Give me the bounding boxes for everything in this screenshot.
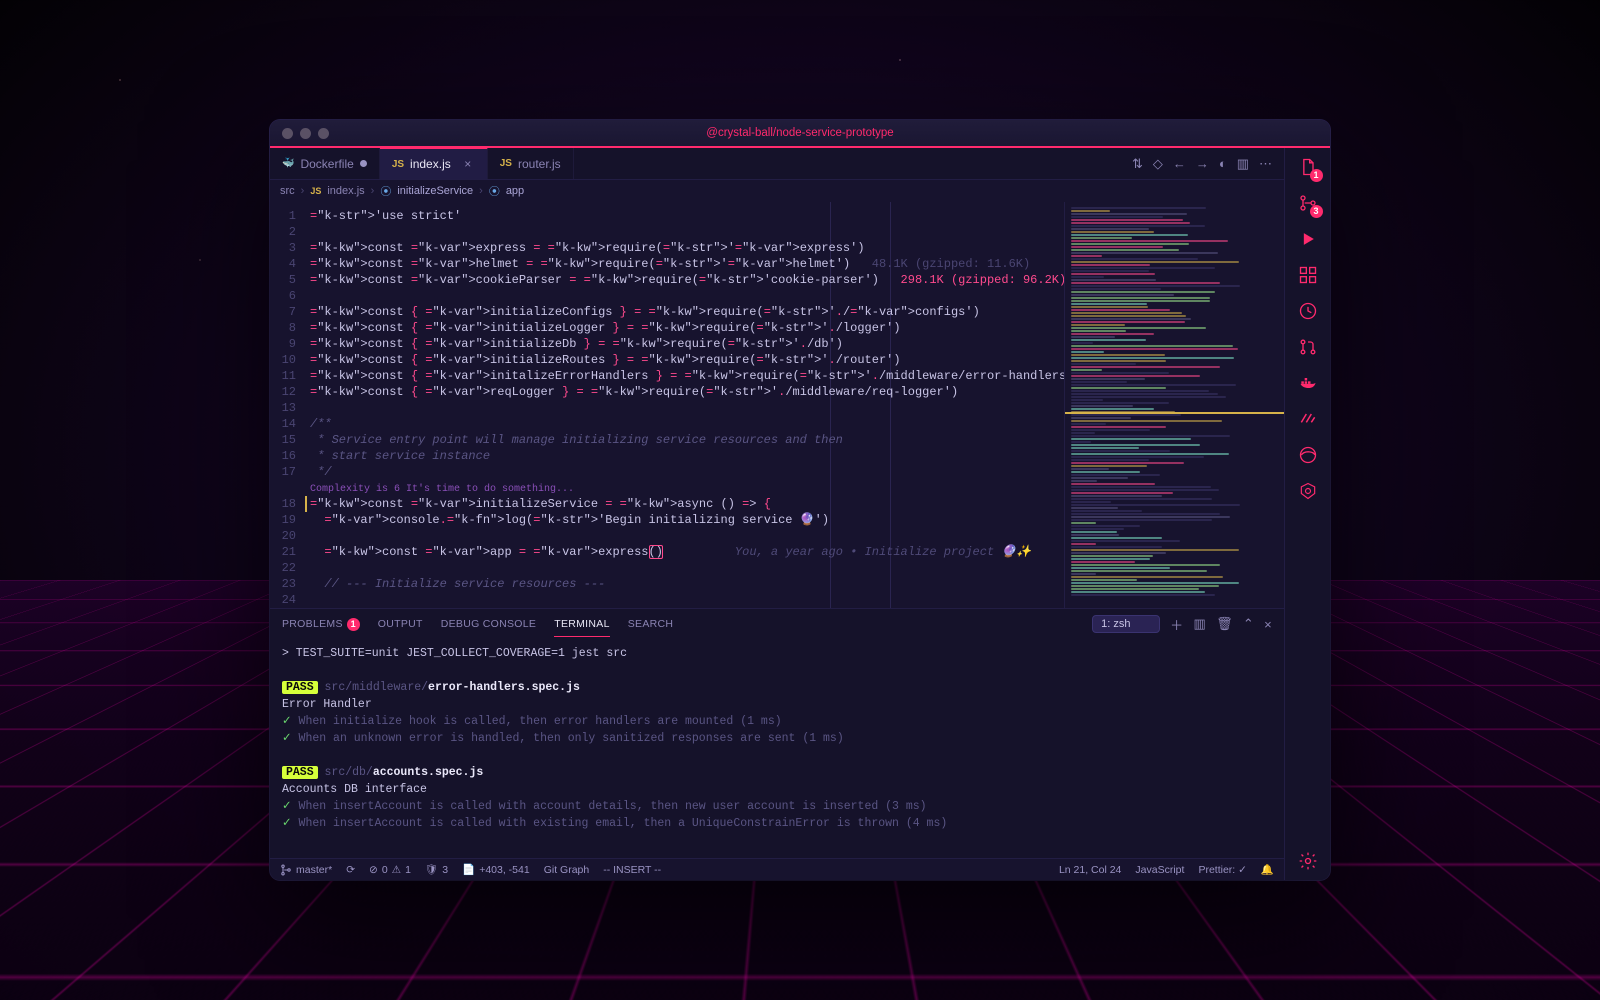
compare-icon[interactable]: ⇅ [1132,156,1143,172]
js-icon: JS [392,159,404,170]
crumb-folder[interactable]: src [280,185,295,197]
docker-icon[interactable] [1295,370,1321,396]
extensions-icon[interactable] [1295,262,1321,288]
window-title: @crystal-ball/node-service-prototype [270,127,1330,139]
tab-bar: 🐳 Dockerfile JS index.js × JS router.js … [270,148,1284,180]
status-sync[interactable]: ⟳ [346,864,355,876]
window-controls[interactable] [282,128,329,139]
status-branch[interactable]: master* [280,864,332,876]
tab-index-js[interactable]: JS index.js × [380,147,488,179]
crumb-file[interactable]: index.js [327,185,364,197]
docker-icon: 🐳 [282,158,294,169]
status-cursor[interactable]: Ln 21, Col 24 [1059,864,1121,876]
status-bell-icon[interactable]: 🔔 [1261,863,1274,876]
editor-actions: ⇅ ◇ ← → ◐ ▥ ⋯ [1120,148,1284,179]
editor-window: @crystal-ball/node-service-prototype 🐳 D… [270,120,1330,880]
split-terminal-icon[interactable]: ▥ [1193,616,1206,632]
pull-request-icon[interactable] [1295,334,1321,360]
edge-icon[interactable] [1295,442,1321,468]
activity-bar: 1 3 [1284,148,1330,880]
symbol-icon: ⦿ [380,183,391,199]
status-lint[interactable]: 🛡 3 [425,863,448,876]
tab-output[interactable]: OUTPUT [378,612,423,636]
editor-area[interactable]: 1234567891011121314151617181920212223242… [270,202,1284,608]
status-diff[interactable]: 📄 +403, -541 [462,863,530,876]
badge: 1 [1310,169,1323,182]
titlebar: @crystal-ball/node-service-prototype [270,120,1330,148]
diff-icon[interactable]: ◇ [1153,156,1163,172]
scm-icon[interactable]: 3 [1295,190,1321,216]
trash-icon[interactable]: 🗑 [1216,616,1233,632]
settings-icon[interactable] [1295,848,1321,874]
timeline-icon[interactable] [1295,298,1321,324]
js-icon: JS [500,158,512,169]
status-gitgraph[interactable]: Git Graph [544,864,590,876]
run-icon[interactable] [1295,226,1321,252]
tab-terminal[interactable]: TERMINAL [554,612,610,637]
remote-icon[interactable] [1295,406,1321,432]
tab-debug-console[interactable]: DEBUG CONSOLE [441,612,537,636]
kubernetes-icon[interactable] [1295,478,1321,504]
crumb-symbol[interactable]: app [506,185,524,197]
js-icon: JS [310,186,321,196]
badge: 3 [1310,205,1323,218]
problems-badge: 1 [347,618,360,631]
terminal-output[interactable]: > TEST_SUITE=unit JEST_COLLECT_COVERAGE=… [270,639,1284,858]
terminal-selector[interactable]: 1: zsh [1092,615,1160,633]
chevron-up-icon[interactable]: ⌃ [1243,616,1254,632]
tab-label: router.js [518,157,561,171]
status-errors[interactable]: ⊘ 0 ⚠ 1 [369,864,411,876]
tab-label: index.js [410,157,451,171]
code-editor[interactable]: 1234567891011121314151617181920212223242… [270,202,1064,608]
minimap[interactable] [1064,202,1284,608]
nav-back-icon[interactable]: ← [1173,156,1186,171]
close-panel-icon[interactable]: × [1264,617,1272,632]
statusbar: master* ⟳ ⊘ 0 ⚠ 1 🛡 3 📄 +403, -541 Git G… [270,858,1284,880]
tab-problems[interactable]: PROBLEMS1 [282,612,360,637]
status-language[interactable]: JavaScript [1135,864,1184,876]
tab-router-js[interactable]: JS router.js [488,148,574,179]
tab-dockerfile[interactable]: 🐳 Dockerfile [270,148,380,179]
status-prettier[interactable]: Prettier: ✓ [1198,864,1246,876]
bottom-panel: PROBLEMS1 OUTPUT DEBUG CONSOLE TERMINAL … [270,608,1284,858]
tab-label: Dockerfile [300,157,353,171]
close-icon[interactable]: × [461,157,475,171]
dirty-dot-icon [360,160,367,167]
new-terminal-icon[interactable]: ＋ [1170,615,1183,634]
breadcrumb[interactable]: src› JSindex.js› ⦿initializeService› ⦿ap… [270,180,1284,202]
split-icon[interactable]: ▥ [1237,156,1249,172]
nav-fwd-icon[interactable]: → [1196,156,1209,171]
explorer-icon[interactable]: 1 [1295,154,1321,180]
status-vim-mode: -- INSERT -- [603,864,661,876]
crumb-symbol[interactable]: initializeService [397,185,473,197]
preview-icon[interactable]: ◐ [1219,156,1227,171]
tab-search[interactable]: SEARCH [628,612,674,636]
symbol-icon: ⦿ [489,183,500,199]
more-icon[interactable]: ⋯ [1259,156,1272,172]
